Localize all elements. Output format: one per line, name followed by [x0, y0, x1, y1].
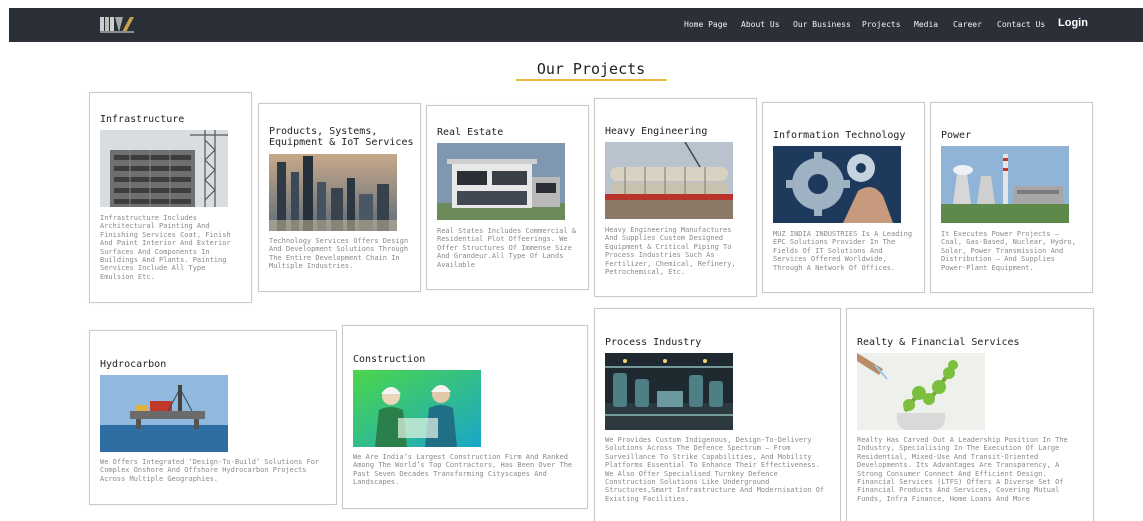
construction-workers-image — [353, 370, 481, 447]
nav-projects[interactable]: Projects — [862, 20, 901, 29]
modern-house-image — [437, 143, 565, 220]
card-title: Construction — [353, 354, 426, 365]
gears-hand-image — [773, 146, 901, 223]
card-title: Heavy Engineering — [605, 126, 708, 137]
login-button[interactable]: Login — [1058, 17, 1088, 29]
project-card-construction[interactable]: Construction We Are India’s Largest Cons… — [342, 325, 588, 509]
card-description: We Provides Custom Indigenous, Design-To… — [605, 436, 825, 503]
card-title: Realty & Financial Services — [857, 337, 1020, 348]
logo-icon[interactable] — [100, 14, 136, 34]
industrial-pipes-image — [605, 142, 733, 219]
card-description: Realty Has Carved Out A Leadership Posit… — [857, 436, 1068, 503]
project-card-process-industry[interactable]: Process Industry We Provides Custom Indi… — [594, 308, 841, 521]
process-plant-image — [605, 353, 733, 430]
card-title: Process Industry — [605, 337, 702, 348]
card-description: We Offers Integrated ‘Design-To-Build’ S… — [100, 458, 320, 483]
card-title: Infrastructure — [100, 114, 185, 125]
nav-our-business[interactable]: Our Business — [793, 20, 851, 29]
project-card-hydrocarbon[interactable]: Hydrocarbon We Offers Integrated ‘Design… — [89, 330, 337, 505]
navbar: Home Page About Us Our Business Projects… — [9, 8, 1143, 42]
growth-plant-image — [857, 353, 985, 430]
card-title: Power — [941, 130, 972, 141]
section-title: Our Projects — [536, 60, 646, 78]
card-description: Real States Includes Commercial & Reside… — [437, 227, 577, 269]
project-card-power[interactable]: Power It Executes Power Projects – Coal,… — [930, 102, 1093, 293]
nav-about-us[interactable]: About Us — [741, 20, 780, 29]
card-description: Heavy Engineering Manufactures And Suppl… — [605, 226, 736, 277]
city-skyline-image — [269, 154, 397, 231]
title-underline — [516, 79, 667, 81]
card-description: Infrastructure Includes Architectural Pa… — [100, 214, 231, 281]
power-plant-image — [941, 146, 1069, 223]
construction-building-image — [100, 130, 228, 207]
card-description: We Are India’s Largest Construction Firm… — [353, 453, 573, 487]
card-description: MUZ INDIA INDUSTRIES Is A Leading EPC So… — [773, 230, 913, 272]
card-title: Information Technology — [773, 130, 906, 141]
project-card-realty-financial[interactable]: Realty & Financial Services Realty Has C… — [846, 308, 1094, 521]
card-description: Technology Services Offers Design And De… — [269, 237, 409, 271]
nav-media[interactable]: Media — [914, 20, 938, 29]
project-card-real-estate[interactable]: Real Estate Real States Includes Commerc… — [426, 105, 589, 290]
project-card-infrastructure[interactable]: Infrastructure Infrastructure Includes A… — [89, 92, 252, 303]
project-card-heavy-engineering[interactable]: Heavy Engineering Heavy Engineering Manu… — [594, 98, 757, 297]
project-card-products-systems[interactable]: Products, Systems, Equipment & IoT Servi… — [258, 103, 421, 292]
nav-home-page[interactable]: Home Page — [684, 20, 727, 29]
card-description: It Executes Power Projects – Coal, Gas-B… — [941, 230, 1076, 272]
card-title: Real Estate — [437, 127, 504, 138]
project-card-information-technology[interactable]: Information Technology MUZ INDIA INDUSTR… — [762, 102, 925, 293]
card-title: Hydrocarbon — [100, 359, 167, 370]
offshore-rig-image — [100, 375, 228, 452]
nav-contact-us[interactable]: Contact Us — [997, 20, 1045, 29]
nav-career[interactable]: Career — [953, 20, 982, 29]
card-title: Products, Systems, Equipment & IoT Servi… — [269, 126, 414, 148]
